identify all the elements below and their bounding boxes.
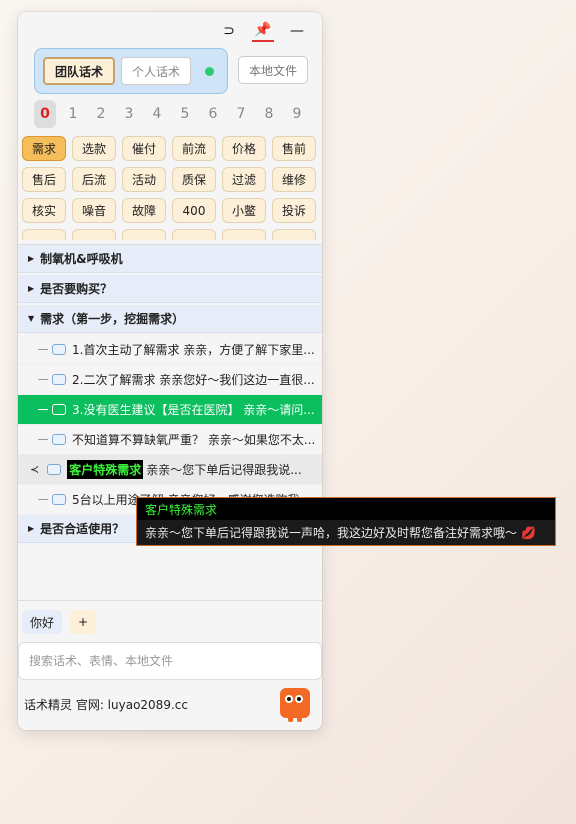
tree-item-hovered[interactable]: ≺ 客户特殊需求 亲亲～您下单后记得跟我说... — [18, 455, 322, 485]
number-tab-1[interactable]: 1 — [62, 100, 84, 128]
divider — [18, 600, 322, 601]
tree-group[interactable]: ▶ 制氧机&呼吸机 — [18, 245, 322, 273]
tree-item-label: 亲亲～您下单后记得跟我说... — [146, 463, 302, 477]
tree-group-expanded[interactable]: ▼ 需求（第一步，挖掘需求） — [18, 305, 322, 333]
number-tab-7[interactable]: 7 — [230, 100, 252, 128]
add-phrase-button[interactable]: + — [70, 610, 97, 634]
tree-item-label: 2.二次了解需求 亲亲您好～我们这边一直很... — [72, 373, 315, 387]
lips-emoji-icon: 💋 — [521, 525, 536, 540]
chat-bubble-icon — [52, 494, 66, 505]
quick-phrase-button[interactable]: 你好 — [22, 610, 63, 634]
online-status-dot — [205, 66, 215, 76]
category-button[interactable]: 400 — [172, 198, 216, 223]
category-button[interactable] — [172, 229, 216, 240]
number-tab-9[interactable]: 9 — [286, 100, 308, 128]
preview-tooltip: 客户特殊需求 亲亲～您下单后记得跟我说一声哈，我这边好及时帮您备注好需求哦～ 💋 — [136, 497, 556, 546]
return-icon[interactable]: ⊃ — [218, 20, 240, 42]
tree-item-label: 不知道算不算缺氧严重？ 亲亲～如果您不太... — [72, 433, 316, 447]
category-button[interactable]: 故障 — [122, 198, 166, 223]
category-button[interactable]: 价格 — [222, 136, 266, 161]
mascot-icon[interactable] — [280, 688, 310, 722]
tree-item[interactable]: 2.二次了解需求 亲亲您好～我们这边一直很... — [18, 365, 322, 395]
number-tab-8[interactable]: 8 — [258, 100, 280, 128]
category-button[interactable]: 活动 — [122, 167, 166, 192]
number-tabs: 0 1 2 3 4 5 6 7 8 9 — [34, 100, 308, 128]
tree-group[interactable]: ▶ 是否要购买？ — [18, 275, 322, 303]
footer-text: 话术精灵 官网: luyao2089.cc — [24, 698, 188, 712]
tree-group-label: 制氧机&呼吸机 — [40, 252, 123, 266]
category-button[interactable] — [22, 229, 66, 240]
chat-bubble-icon — [52, 434, 66, 445]
window-controls: ⊃ 📌 — — [218, 20, 308, 42]
mascot-leg — [288, 716, 293, 722]
script-assistant-panel: ⊃ 📌 — 团队话术 个人话术 本地文件 0 1 2 3 4 5 6 7 8 9… — [18, 12, 322, 730]
tree-item-label: 3.没有医生建议【是否在医院】 亲亲～请问... — [72, 403, 315, 417]
category-button[interactable]: 小鳖 — [222, 198, 266, 223]
minimize-icon[interactable]: — — [286, 20, 308, 42]
quick-phrases: 你好 + — [22, 610, 97, 634]
caret-right-icon: ▶ — [28, 524, 35, 533]
tree-connector — [38, 499, 48, 500]
chat-bubble-icon — [47, 464, 62, 475]
mascot-eye — [285, 695, 293, 703]
category-button[interactable]: 售后 — [22, 167, 66, 192]
category-button[interactable]: 噪音 — [72, 198, 116, 223]
personal-scripts-button[interactable]: 个人话术 — [121, 57, 192, 85]
chat-bubble-icon — [52, 344, 66, 355]
caret-down-icon: ▼ — [28, 314, 35, 323]
category-button[interactable]: 前流 — [172, 136, 216, 161]
category-button[interactable] — [122, 229, 166, 240]
chat-bubble-icon — [52, 404, 66, 415]
category-button[interactable] — [272, 229, 316, 240]
search-input[interactable] — [18, 642, 322, 680]
team-scripts-button[interactable]: 团队话术 — [43, 57, 116, 85]
number-tab-2[interactable]: 2 — [90, 100, 112, 128]
tree-item[interactable]: 不知道算不算缺氧严重？ 亲亲～如果您不太... — [18, 425, 322, 455]
category-button[interactable]: 维修 — [272, 167, 316, 192]
category-button[interactable]: 过滤 — [222, 167, 266, 192]
category-button[interactable]: 投诉 — [272, 198, 316, 223]
mode-switch: 团队话术 个人话术 — [34, 48, 228, 94]
number-tab-6[interactable]: 6 — [202, 100, 224, 128]
caret-right-icon: ▶ — [28, 254, 35, 263]
number-tab-0[interactable]: 0 — [34, 100, 56, 128]
tree-item-selected[interactable]: 3.没有医生建议【是否在医院】 亲亲～请问... — [18, 395, 322, 425]
tree-connector — [38, 349, 48, 350]
category-button[interactable]: 需求 — [22, 136, 66, 161]
tree-connector — [38, 439, 48, 440]
category-button[interactable] — [72, 229, 116, 240]
category-button[interactable] — [222, 229, 266, 240]
special-need-tag: 客户特殊需求 — [67, 460, 144, 479]
share-icon: ≺ — [30, 463, 40, 476]
number-tab-5[interactable]: 5 — [174, 100, 196, 128]
tree-connector — [38, 409, 48, 410]
number-tab-4[interactable]: 4 — [146, 100, 168, 128]
mascot-leg — [297, 716, 302, 722]
tree-item[interactable]: 1.首次主动了解需求 亲亲，方便了解下家里... — [18, 335, 322, 365]
tree-item-label: 1.首次主动了解需求 亲亲，方便了解下家里... — [72, 343, 315, 357]
tree-group-label: 需求（第一步，挖掘需求） — [40, 312, 185, 326]
number-tab-3[interactable]: 3 — [118, 100, 140, 128]
category-button[interactable]: 选款 — [72, 136, 116, 161]
category-button[interactable]: 后流 — [72, 167, 116, 192]
mascot-eye — [295, 695, 303, 703]
chat-bubble-icon — [52, 374, 66, 385]
category-button[interactable]: 质保 — [172, 167, 216, 192]
tooltip-body: 亲亲～您下单后记得跟我说一声哈，我这边好及时帮您备注好需求哦～ 💋 — [137, 520, 555, 545]
caret-right-icon: ▶ — [28, 284, 35, 293]
tooltip-title: 客户特殊需求 — [137, 498, 555, 520]
tree-group-label: 是否要购买？ — [40, 282, 113, 296]
local-file-button[interactable]: 本地文件 — [238, 56, 308, 84]
pin-icon[interactable]: 📌 — [252, 20, 274, 42]
script-tree: ▶ 制氧机&呼吸机 ▶ 是否要购买？ ▼ 需求（第一步，挖掘需求） 1.首次主动… — [18, 244, 322, 600]
tree-group-label: 是否合适使用？ — [40, 522, 125, 536]
category-button[interactable]: 核实 — [22, 198, 66, 223]
category-button[interactable]: 售前 — [272, 136, 316, 161]
tooltip-body-text: 亲亲～您下单后记得跟我说一声哈，我这边好及时帮您备注好需求哦～ — [145, 526, 518, 540]
category-grid: 需求 选款 催付 前流 价格 售前 售后 后流 活动 质保 过滤 维修 核实 噪… — [22, 136, 318, 240]
category-button[interactable]: 催付 — [122, 136, 166, 161]
tree-connector — [38, 379, 48, 380]
